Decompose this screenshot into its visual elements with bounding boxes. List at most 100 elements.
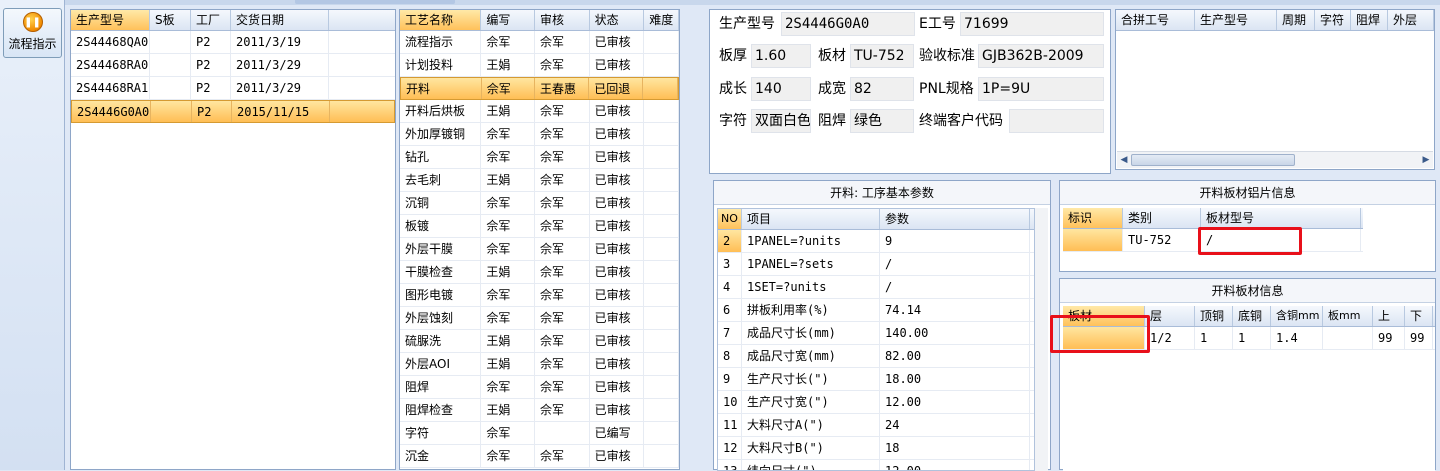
col-item[interactable]: 项目 <box>742 209 880 229</box>
horizontal-scrollbar[interactable]: ◀ ▶ <box>1117 151 1433 168</box>
col-outer-layer[interactable]: 外层 <box>1388 10 1434 30</box>
cell-difficulty[interactable] <box>644 238 679 260</box>
cell-difficulty[interactable] <box>644 376 679 398</box>
cell-bottom-copper[interactable]: 1 <box>1233 327 1271 349</box>
cell-reviewer[interactable]: 佘军 <box>535 215 590 237</box>
cell-process-name[interactable]: 流程指示 <box>400 31 482 53</box>
length-field[interactable]: 140 <box>751 77 811 101</box>
col-board-model[interactable]: 板材型号 <box>1201 208 1361 228</box>
cell-factory[interactable]: P2 <box>192 101 232 122</box>
col-copper-mm[interactable]: 含铜mm <box>1271 306 1323 326</box>
process-row[interactable]: 开料后烘板 王娟 佘军 已审核 <box>400 100 679 123</box>
process-row[interactable]: 图形电镀 佘军 佘军 已审核 <box>400 284 679 307</box>
cell-writer[interactable]: 佘军 <box>481 215 536 237</box>
cell-difficulty[interactable] <box>644 54 679 76</box>
col-s[interactable]: S板 <box>150 10 191 30</box>
cell-writer[interactable]: 佘军 <box>481 238 536 260</box>
cell-reviewer[interactable]: 佘军 <box>535 123 590 145</box>
cell-date[interactable]: 2015/11/15 <box>232 101 330 122</box>
cell-writer[interactable]: 佘军 <box>481 445 536 467</box>
cell-reviewer[interactable]: 佘军 <box>535 100 590 122</box>
cell-mark[interactable] <box>1063 229 1123 251</box>
cell-writer[interactable]: 佘军 <box>481 376 536 398</box>
cell-process-name[interactable]: 硫脲洗 <box>400 330 482 352</box>
process-row[interactable]: 外加厚镀铜 佘军 佘军 已审核 <box>400 123 679 146</box>
cell-status[interactable]: 已回退 <box>589 78 644 99</box>
cell-param[interactable]: 82.00 <box>880 345 1030 367</box>
cell-no[interactable]: 13 <box>718 460 742 470</box>
cell-writer[interactable]: 王娟 <box>481 353 536 375</box>
process-row[interactable]: 字符 佘军 已编写 <box>400 422 679 445</box>
col-layer[interactable]: 层 <box>1145 306 1195 326</box>
cell-param[interactable]: 12.00 <box>880 391 1030 413</box>
cell-factory[interactable]: P2 <box>191 31 231 53</box>
cell-param[interactable]: 18.00 <box>880 368 1030 390</box>
cell-reviewer[interactable]: 佘军 <box>535 353 590 375</box>
cell-process-name[interactable]: 计划投料 <box>400 54 482 76</box>
cell-writer[interactable]: 佘军 <box>481 284 536 306</box>
cell-process-name[interactable]: 沉铜 <box>400 192 482 214</box>
cell-status[interactable]: 已审核 <box>590 31 645 53</box>
cell-writer[interactable]: 王娟 <box>481 330 536 352</box>
solder-mask-field[interactable]: 绿色 <box>850 109 914 133</box>
cell-param[interactable]: 140.00 <box>880 322 1030 344</box>
process-row[interactable]: 沉金 佘军 佘军 已审核 <box>400 445 679 468</box>
cell-item[interactable]: 纬向尺寸(") <box>742 460 880 470</box>
param-row[interactable]: 10 生产尺寸宽(") 12.00 <box>718 391 1034 414</box>
cell-difficulty[interactable] <box>644 261 679 283</box>
process-row[interactable]: 阻焊 佘军 佘军 已审核 <box>400 376 679 399</box>
col-reviewer[interactable]: 审核 <box>535 10 590 30</box>
cell-difficulty[interactable] <box>644 422 679 444</box>
cell-status[interactable]: 已审核 <box>590 54 645 76</box>
col-no[interactable]: NO <box>718 209 742 229</box>
col-up[interactable]: 上 <box>1373 306 1405 326</box>
cell-no[interactable]: 7 <box>718 322 742 344</box>
cell-reviewer[interactable]: 佘军 <box>535 307 590 329</box>
product-row[interactable]: 2S44468QA0 P2 2011/3/19 <box>71 31 395 54</box>
standard-field[interactable]: GJB362B-2009 <box>978 44 1104 68</box>
cell-copper-mm[interactable]: 1.4 <box>1271 327 1323 349</box>
cell-status[interactable]: 已编写 <box>590 422 645 444</box>
cell-item[interactable]: 拼板利用率(%) <box>742 299 880 321</box>
cell-status[interactable]: 已审核 <box>590 376 645 398</box>
cell-reviewer[interactable]: 佘军 <box>535 31 590 53</box>
col-factory[interactable]: 工厂 <box>191 10 231 30</box>
col-param[interactable]: 参数 <box>880 209 1030 229</box>
cell-s[interactable] <box>151 101 192 122</box>
cell-model[interactable]: 2S44468QA0 <box>71 31 150 53</box>
param-row[interactable]: 11 大料尺寸A(") 24 <box>718 414 1034 437</box>
param-row[interactable]: 12 大料尺寸B(") 18 <box>718 437 1034 460</box>
cell-reviewer[interactable]: 佘军 <box>535 261 590 283</box>
cell-date[interactable]: 2011/3/29 <box>231 77 329 99</box>
cell-status[interactable]: 已审核 <box>590 215 645 237</box>
col-writer[interactable]: 编写 <box>481 10 536 30</box>
cell-status[interactable]: 已审核 <box>590 146 645 168</box>
cell-board-mm[interactable] <box>1323 327 1373 349</box>
cell-no[interactable]: 8 <box>718 345 742 367</box>
col-combine-no[interactable]: 合拼工号 <box>1116 10 1195 30</box>
cell-item[interactable]: 成品尺寸长(mm) <box>742 322 880 344</box>
col-top-copper[interactable]: 顶铜 <box>1195 306 1233 326</box>
cell-up[interactable]: 99 <box>1373 327 1405 349</box>
cell-difficulty[interactable] <box>644 445 679 467</box>
cell-process-name[interactable]: 沉金 <box>400 445 482 467</box>
cell-status[interactable]: 已审核 <box>590 261 645 283</box>
cell-status[interactable]: 已审核 <box>590 399 645 421</box>
cell-difficulty[interactable] <box>643 78 678 99</box>
cell-writer[interactable]: 王娟 <box>481 261 536 283</box>
cell-writer[interactable]: 佘军 <box>481 123 536 145</box>
process-row[interactable]: 沉铜 佘军 佘军 已审核 <box>400 192 679 215</box>
cell-s[interactable] <box>150 77 191 99</box>
cell-difficulty[interactable] <box>644 215 679 237</box>
col-character[interactable]: 字符 <box>1315 10 1351 30</box>
cell-top-copper[interactable]: 1 <box>1195 327 1233 349</box>
cell-status[interactable]: 已审核 <box>590 307 645 329</box>
cell-no[interactable]: 2 <box>718 230 742 252</box>
col-model[interactable]: 生产型号 <box>71 10 150 30</box>
cell-status[interactable]: 已审核 <box>590 169 645 191</box>
cell-difficulty[interactable] <box>644 307 679 329</box>
cell-writer[interactable]: 佘军 <box>481 31 536 53</box>
cell-process-name[interactable]: 钻孔 <box>400 146 482 168</box>
model-field[interactable]: 2S4446G0A0 <box>781 12 915 36</box>
cell-item[interactable]: 1SET=?units <box>742 276 880 298</box>
